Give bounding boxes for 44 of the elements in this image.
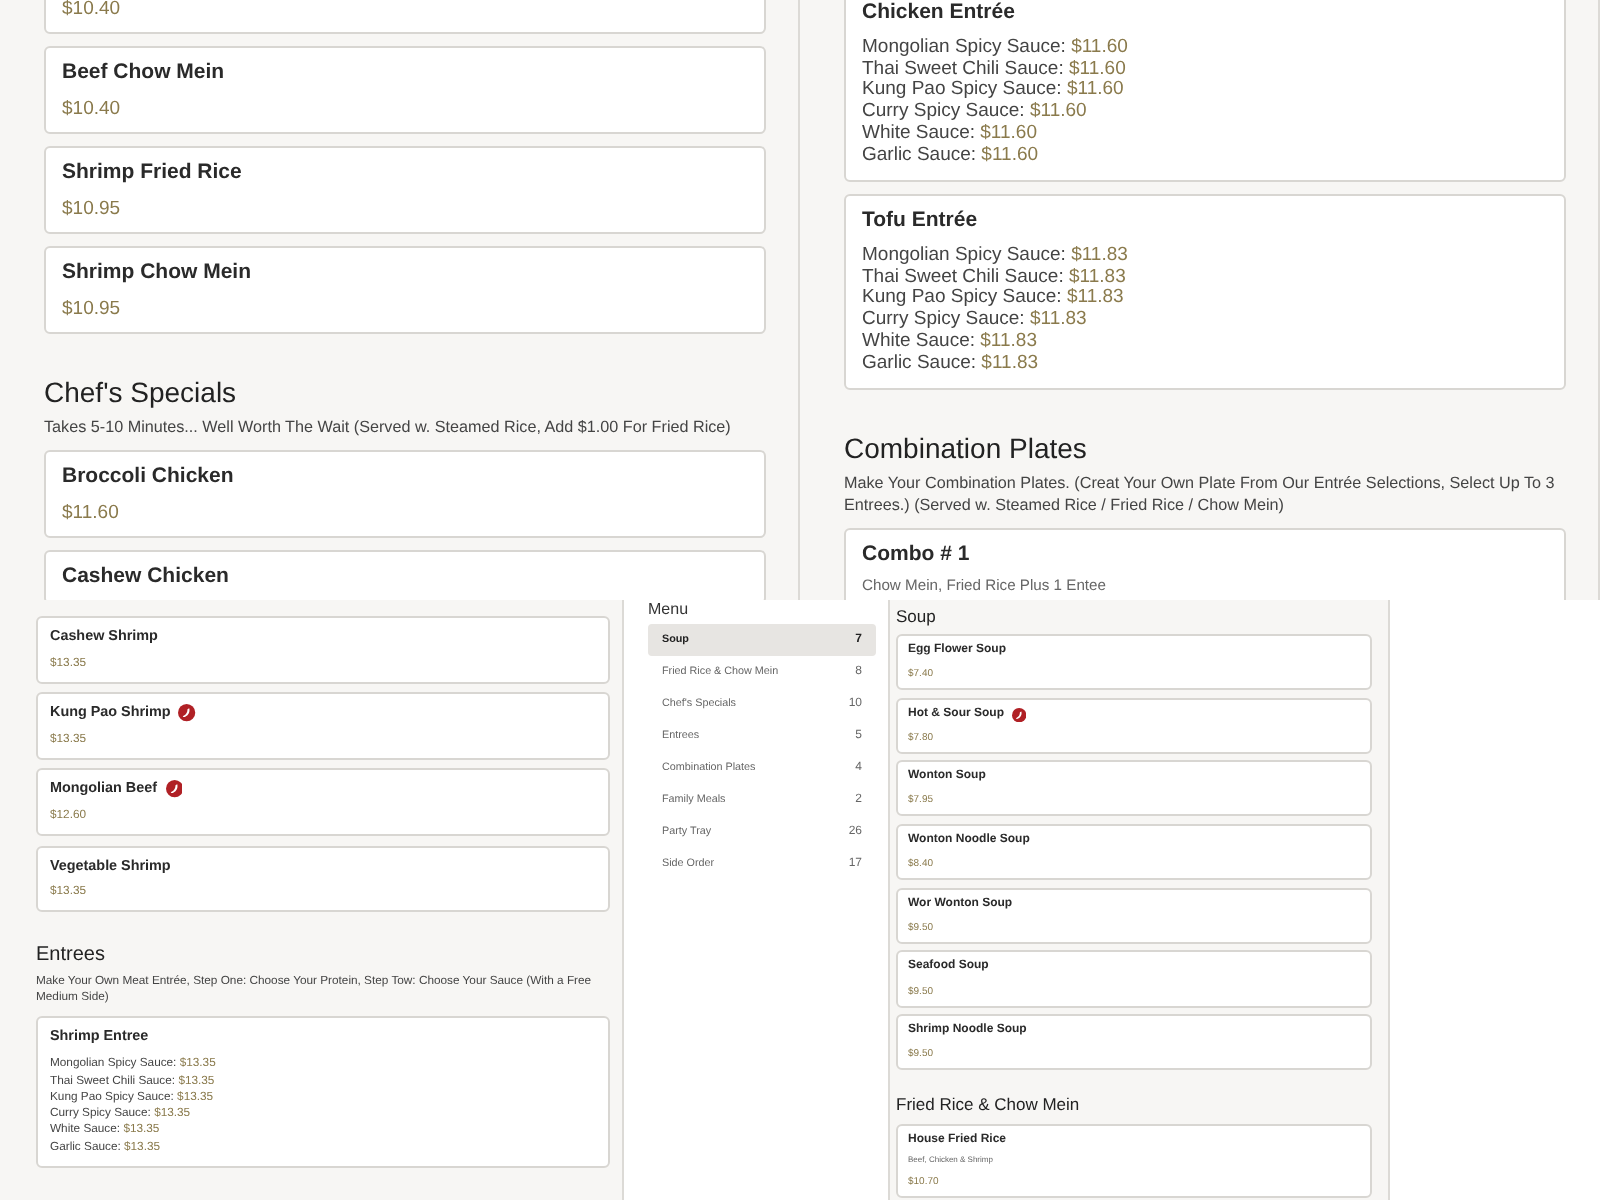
- sauce-price-line: Garlic Sauce: $11.83: [862, 354, 1039, 377]
- sauce-price-line: Mongolian Spicy Sauce: $11.60: [862, 37, 1128, 59]
- item-name: Beef Chow Mein: [62, 60, 225, 86]
- sauce-price-line: Kung Pao Spicy Sauce: $11.83: [862, 288, 1124, 310]
- item-name: Chicken Entrée: [862, 0, 1017, 26]
- item-name: Shrimp Chow Mein: [62, 260, 251, 286]
- item-price: $11.60: [62, 501, 119, 525]
- menu-item-card[interactable]: Beef Chow Mein $10.40: [44, 46, 766, 135]
- chili-icon: [165, 780, 183, 799]
- sauce-price-line: White Sauce: $11.60: [862, 124, 1037, 146]
- sauce-price-line: Curry Spicy Sauce: $11.83: [862, 310, 1087, 332]
- section-heading: Chef's Specials: [44, 376, 237, 412]
- sauce-price-line: Kung Pao Spicy Sauce: $11.60: [862, 80, 1124, 102]
- sauce-price-line: Mongolian Spicy Sauce: $11.83: [862, 245, 1128, 268]
- menu-heading: Menu: [648, 600, 689, 618]
- item-name: Broccoli Chicken: [62, 464, 234, 490]
- section-heading: Combination Plates: [844, 432, 1087, 468]
- item-name: Tofu Entrée: [862, 208, 980, 234]
- sauce-price-line: White Sauce: $11.83: [862, 332, 1037, 354]
- item-price: $10.95: [62, 297, 121, 321]
- item-name: Combo # 1: [862, 542, 970, 568]
- section-description: Takes 5-10 Minutes... Well Worth The Wait (Served w. Steamed Rice, Add $1.00 For Fried Rice): [44, 415, 733, 439]
- menu-item-card[interactable]: Cashew Chicken: [44, 550, 766, 600]
- item-name: Cashew Chicken: [62, 564, 229, 590]
- menu-item-card[interactable]: $10.40: [44, 0, 766, 35]
- menu-item-card[interactable]: Shrimp Fried Rice $10.95: [44, 146, 766, 235]
- sauce-price-line: Thai Sweet Chili Sauce: $11.83: [862, 267, 1126, 288]
- sauce-price-line: Curry Spicy Sauce: $11.60: [862, 102, 1087, 124]
- item-price: $10.40: [62, 97, 121, 121]
- section-heading: Fried Rice & Chow Mein: [896, 1094, 1080, 1117]
- chili-icon: [1012, 707, 1027, 722]
- section-heading: Entrees: [36, 944, 105, 970]
- menu-item-card[interactable]: Chicken Entrée Mongolian Spicy Sauce: $11.60 Thai Sweet Chili Sauce: $11.60 Kung Pao Spicy Sauce: $11.60 Curry Spicy Sauce: $11.60 White Sauce: $11.60 Garlic Sauce: $11.60: [844, 0, 1566, 183]
- section-heading: Soup: [896, 605, 936, 627]
- menu-item-card[interactable]: Broccoli Chicken $11.60: [44, 450, 766, 539]
- item-price: $10.40: [62, 0, 121, 21]
- item-name: Shrimp Fried Rice: [62, 160, 242, 186]
- chili-icon: [178, 704, 196, 722]
- menu-item-card[interactable]: Tofu Entrée Mongolian Spicy Sauce: $11.83 Thai Sweet Chili Sauce: $11.83 Kung Pao Spicy Sauce: $11.83 Curry Spicy Sauce: $11.83 White Sauce: $11.83 Garlic Sauce: $11.83: [844, 194, 1566, 391]
- item-price: $10.95: [62, 197, 121, 221]
- sauce-price-line: Garlic Sauce: $11.60: [862, 146, 1039, 169]
- section-description: Make Your Combination Plates. (Creat Your Own Plate From Our Entrée Selections, Select Up To 3 Entrees.) (Served w. Steamed Rice / Fried Rice / Chow Mein): [844, 471, 1557, 517]
- menu-item-card[interactable]: Shrimp Chow Mein $10.95: [44, 246, 766, 335]
- sauce-price-line: Thai Sweet Chili Sauce: $11.60: [862, 59, 1126, 80]
